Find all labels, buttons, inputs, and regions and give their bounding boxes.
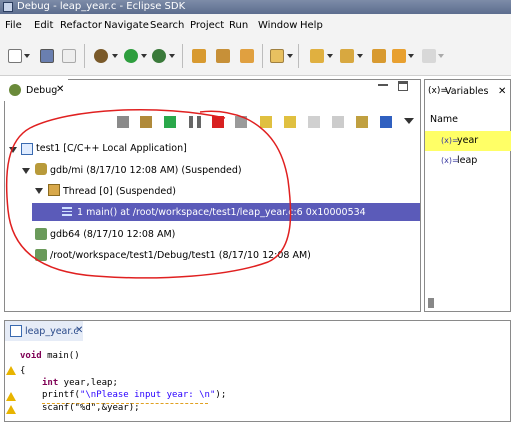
editor-tab-label: leap_year.c [25,326,79,337]
menu-run[interactable]: Run [229,20,248,31]
print-icon[interactable] [62,49,76,63]
toolbar-separator [182,44,183,68]
minimize-icon[interactable] [378,84,388,86]
warning-icon[interactable] [6,405,16,414]
menu-project[interactable]: Project [190,20,224,31]
code-line: printf("\nPlease input year: \n"); [42,390,227,400]
run-dropdown-icon[interactable] [141,54,147,58]
external-tools-dropdown-icon[interactable] [169,54,175,58]
debug-tab-label: Debug [26,85,58,96]
menu-navigate[interactable]: Navigate [104,20,149,31]
title-bar: Debug - leap_year.c - Eclipse SDK [0,0,511,14]
eclipse-window-icon [3,2,13,12]
last-edit-icon[interactable] [372,49,386,63]
open-element-icon[interactable] [216,49,230,63]
forward-icon[interactable] [422,49,436,63]
variable-leap[interactable]: leap [457,155,477,166]
c-file-icon [10,325,22,337]
save-icon[interactable] [40,49,54,63]
menu-window[interactable]: Window [258,20,297,31]
open-type-icon[interactable] [192,49,206,63]
new-icon[interactable] [8,49,22,63]
run-icon[interactable] [124,49,138,63]
instruction-stepping-icon[interactable] [356,116,368,128]
new-dropdown-icon[interactable] [24,54,30,58]
column-header-name[interactable]: Name [430,114,458,125]
debug-view-icon [9,84,21,96]
forward-dropdown-icon[interactable] [438,54,444,58]
code-line: int year,leap; [42,378,118,388]
menu-search[interactable]: Search [150,20,184,31]
debug-dropdown-icon[interactable] [112,54,118,58]
use-step-filters-icon[interactable] [380,116,392,128]
next-annotation-dropdown-icon[interactable] [327,54,333,58]
debug-icon[interactable] [94,49,108,63]
back-icon[interactable] [392,49,406,63]
close-tab-icon[interactable]: ✕ [75,325,83,336]
toolbar-separator [298,44,299,68]
editor-tab[interactable]: leap_year.c ✕ [5,321,83,341]
close-tab-icon[interactable]: ✕ [56,84,64,95]
toolbar-separator [84,44,85,68]
code-line: { [20,366,26,376]
warning-icon[interactable] [6,392,16,401]
debug-tab[interactable]: Debug ✕ [4,79,68,101]
code-line: void main() [20,351,80,361]
brush-icon[interactable] [240,49,254,63]
menu-file[interactable]: File [5,20,22,31]
previous-annotation-dropdown-icon[interactable] [357,54,363,58]
warning-icon[interactable] [6,366,16,375]
folder-icon[interactable] [270,49,284,63]
toolbar-separator [262,44,263,68]
close-tab-icon[interactable]: ✕ [498,86,506,97]
variables-tab-label[interactable]: Variables [445,86,488,97]
step-return-icon[interactable] [308,116,320,128]
folder-dropdown-icon[interactable] [287,54,293,58]
maximize-icon[interactable] [398,81,408,91]
menu-edit[interactable]: Edit [34,20,53,31]
drop-to-frame-icon[interactable] [332,116,344,128]
window-title: Debug - leap_year.c - Eclipse SDK [17,1,186,12]
variable-year[interactable]: year [457,135,478,146]
view-menu-icon[interactable] [404,118,414,124]
menu-bar: File Edit Refactor Navigate Search Proje… [0,14,511,36]
menu-refactor[interactable]: Refactor [60,20,102,31]
external-tools-icon[interactable] [152,49,166,63]
previous-annotation-icon[interactable] [340,49,354,63]
next-annotation-icon[interactable] [310,49,324,63]
menu-help[interactable]: Help [300,20,323,31]
back-dropdown-icon[interactable] [408,54,414,58]
code-line: scanf("%d",&year); [42,403,140,413]
horizontal-scrollbar-thumb[interactable] [428,298,434,308]
main-toolbar [0,36,511,76]
red-annotation-circle [5,108,292,279]
